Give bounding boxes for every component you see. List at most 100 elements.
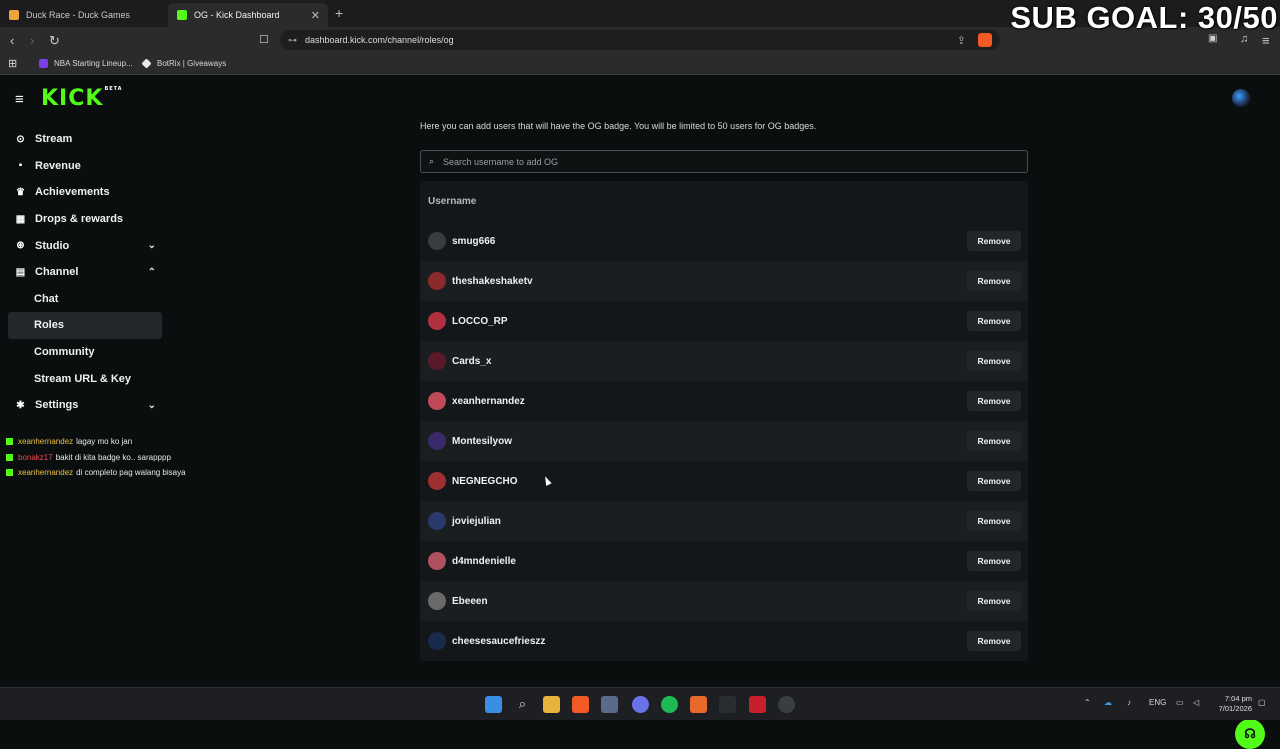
remove-button[interactable]: Remove <box>967 551 1021 571</box>
sidebar-item-settings[interactable]: ✱ Settings ⌄ <box>8 392 162 419</box>
sidebar-item-studio[interactable]: ⊛ Studio ⌄ <box>8 232 162 259</box>
user-avatar <box>428 432 446 450</box>
sidebar-item-label: Roles <box>34 319 64 332</box>
notification-icon[interactable]: ▢ <box>1258 698 1266 707</box>
kick-favicon-icon <box>177 10 187 20</box>
logo-text: KICK <box>41 86 104 111</box>
clock-date: 7/01/2026 <box>1218 704 1252 713</box>
botrix-bookmark-icon <box>141 58 152 69</box>
username: d4mndenielle <box>452 555 516 567</box>
sidebar-item-label: Drops & rewards <box>35 213 124 226</box>
username: joviejulian <box>452 515 501 527</box>
sidebar-item-label: Chat <box>34 292 59 305</box>
chevron-down-icon: ⌄ <box>147 240 156 252</box>
remove-button[interactable]: Remove <box>967 631 1021 651</box>
apps-grid-icon[interactable]: ⊞ <box>8 57 17 70</box>
remove-button[interactable]: Remove <box>967 311 1021 331</box>
search-placeholder: Search username to add OG <box>443 156 559 167</box>
kick-badge-icon <box>6 453 13 461</box>
studio-icon: ⊛ <box>16 240 25 252</box>
bookmarks-bar: ⊞ NBA Starting Lineup... BotRix | Giveaw… <box>0 53 1280 75</box>
site-info-icon[interactable]: ⊶ <box>288 35 297 46</box>
user-avatar[interactable] <box>1232 89 1250 107</box>
remove-button[interactable]: Remove <box>967 591 1021 611</box>
username: smug666 <box>452 235 496 247</box>
file-explorer-icon[interactable] <box>543 696 560 713</box>
remove-button[interactable]: Remove <box>967 511 1021 531</box>
sidebar-item-stream[interactable]: ⊙ Stream <box>8 126 162 153</box>
kick-logo[interactable]: KICKBETA <box>41 86 123 111</box>
sidebar-nav: ⊙ Stream ▪ Revenue ♛ Achievements ▦ Drops & … <box>8 126 162 419</box>
taskbar-clock[interactable]: 7:04 pm 7/01/2026 <box>1212 694 1252 714</box>
sidebar-item-label: Channel <box>35 266 79 279</box>
sidebar-item-label: Stream <box>35 133 73 146</box>
microphone-icon[interactable]: ♪ <box>1127 698 1131 707</box>
bookmark-nba[interactable]: NBA Starting Lineup... <box>39 59 133 68</box>
terminal-icon[interactable] <box>719 696 736 713</box>
remove-button[interactable]: Remove <box>967 431 1021 451</box>
help-chat-button[interactable]: ☊ <box>1235 719 1265 749</box>
language-indicator[interactable]: ENG <box>1149 698 1166 707</box>
new-tab-icon[interactable]: + <box>335 5 343 21</box>
network-icon[interactable]: ▭ <box>1176 698 1184 707</box>
brave-shields-icon[interactable] <box>978 33 992 47</box>
windows-start-icon[interactable] <box>485 696 502 713</box>
user-avatar <box>428 512 446 530</box>
table-row: xeanhernandez Remove <box>420 381 1028 421</box>
sidebar-item-community[interactable]: Community <box>8 339 162 366</box>
spotify-icon[interactable] <box>661 696 678 713</box>
volume-icon[interactable]: ◁ <box>1193 698 1199 707</box>
username: Cards_x <box>452 355 492 367</box>
username: Montesilyow <box>452 435 513 447</box>
close-tab-icon[interactable]: ✕ <box>311 9 320 22</box>
steam-icon[interactable] <box>601 696 618 713</box>
reload-icon[interactable]: ↻ <box>49 33 60 49</box>
url-field[interactable]: ⊶ dashboard.kick.com/channel/roles/og ⇪ <box>280 30 1000 50</box>
sidebar-item-label: Achievements <box>35 186 110 199</box>
remove-button[interactable]: Remove <box>967 231 1021 251</box>
sidebar-item-roles[interactable]: Roles <box>8 312 162 339</box>
sidebar-item-stream-url-key[interactable]: Stream URL & Key <box>8 365 162 392</box>
sidebar-item-revenue[interactable]: ▪ Revenue <box>8 153 162 180</box>
tray-chevron-icon[interactable]: ⌃ <box>1084 698 1091 707</box>
back-icon[interactable]: ‹ <box>10 33 14 48</box>
table-row: Ebeeen Remove <box>420 581 1028 621</box>
user-avatar <box>428 272 446 290</box>
discord-icon[interactable] <box>632 696 649 713</box>
sidebar-item-drops[interactable]: ▦ Drops & rewards <box>8 206 162 233</box>
remove-button[interactable]: Remove <box>967 271 1021 291</box>
share-icon[interactable]: ⇪ <box>957 34 966 47</box>
chat-line: xeanhernandez lagay mo ko jan <box>6 434 186 450</box>
search-icon[interactable]: ⌕ <box>514 696 531 713</box>
bookmark-botrix[interactable]: BotRix | Giveaways <box>141 58 226 69</box>
og-description: Here you can add users that will have th… <box>420 121 817 131</box>
obs-icon[interactable] <box>778 696 795 713</box>
sidebar-item-achievements[interactable]: ♛ Achievements <box>8 179 162 206</box>
app-icon[interactable] <box>690 696 707 713</box>
hamburger-menu-icon[interactable]: ≡ <box>15 91 24 108</box>
windows-taskbar: ⌕ ⌃ ☁ ♪ ENG ▭ ◁ 7:04 pm 7/01/2026 ▢ <box>0 687 1280 720</box>
bookmark-label: NBA Starting Lineup... <box>54 59 133 68</box>
tab-kick-dashboard[interactable]: OG - Kick Dashboard ✕ <box>168 3 328 27</box>
app-icon[interactable] <box>749 696 766 713</box>
user-avatar <box>428 552 446 570</box>
user-avatar <box>428 312 446 330</box>
tab-duck-race[interactable]: Duck Race - Duck Games <box>0 3 168 27</box>
broadcast-icon: ⊙ <box>16 133 25 145</box>
remove-button[interactable]: Remove <box>967 471 1021 491</box>
forward-icon[interactable]: › <box>30 33 34 48</box>
remove-button[interactable]: Remove <box>967 351 1021 371</box>
search-icon: ⌕ <box>429 156 435 166</box>
bookmark-icon[interactable]: ☐ <box>259 33 269 46</box>
user-avatar <box>428 352 446 370</box>
remove-button[interactable]: Remove <box>967 391 1021 411</box>
channel-icon: ▤ <box>15 266 26 278</box>
table-row: d4mndenielle Remove <box>420 541 1028 581</box>
brave-browser-icon[interactable] <box>572 696 589 713</box>
onedrive-icon[interactable]: ☁ <box>1104 698 1112 707</box>
sidebar-item-channel[interactable]: ▤ Channel ⌃ <box>8 259 162 286</box>
table-row: LOCCO_RP Remove <box>420 301 1028 341</box>
sidebar-item-chat[interactable]: Chat <box>8 286 162 313</box>
chat-message: bakit di kita badge ko.. sarapppp <box>55 452 171 462</box>
search-input[interactable]: ⌕ Search username to add OG <box>420 150 1028 173</box>
